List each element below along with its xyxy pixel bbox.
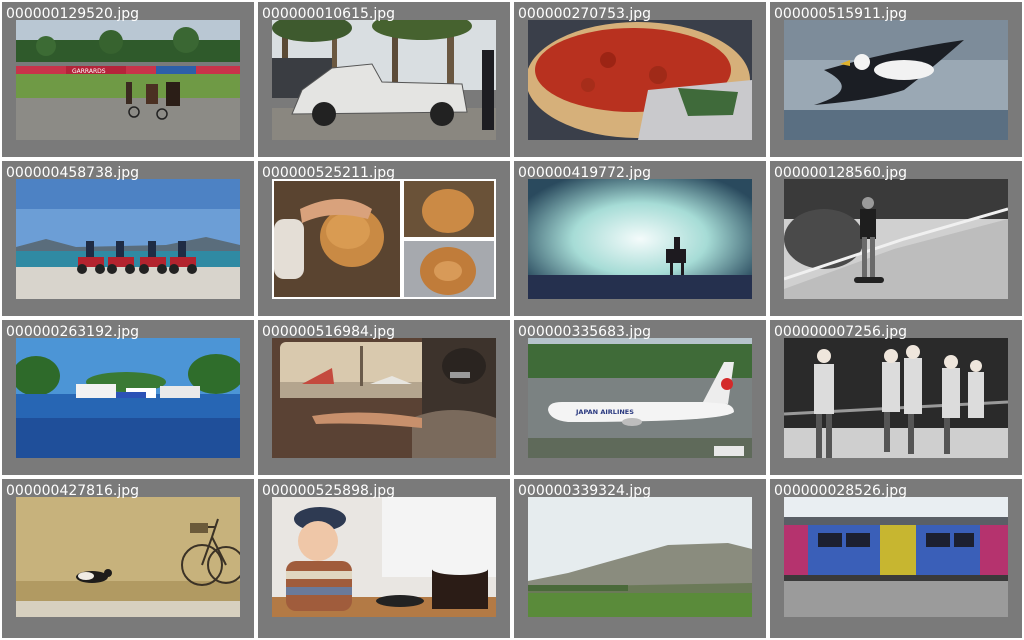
thumbnail-image[interactable]	[784, 497, 1008, 617]
filename-label: 000000335683.jpg	[518, 324, 651, 340]
thumbnail-image[interactable]	[16, 338, 240, 458]
thumbnail-image[interactable]	[272, 338, 496, 458]
thumbnail-tile[interactable]: 000000525898.jpg	[258, 479, 510, 638]
thumbnail-tile[interactable]: 000000427816.jpg	[2, 479, 254, 638]
thumbnail-image[interactable]	[784, 20, 1008, 140]
thumbnail-tile[interactable]: 000000458738.jpg	[2, 161, 254, 316]
thumbnail-image[interactable]	[272, 179, 496, 299]
thumbnail-tile[interactable]: 000000010615.jpg	[258, 2, 510, 157]
filename-label: 000000010615.jpg	[262, 6, 395, 22]
thumbnail-tile[interactable]: 000000129520.jpg GARRARDS	[2, 2, 254, 157]
thumbnail-image[interactable]	[528, 497, 752, 617]
image-grid: 000000129520.jpg GARRARDS 000000010615.j…	[0, 0, 1024, 640]
filename-label: 000000270753.jpg	[518, 6, 651, 22]
thumbnail-tile[interactable]: 000000339324.jpg	[514, 479, 766, 638]
filename-label: 000000516984.jpg	[262, 324, 395, 340]
filename-label: 000000458738.jpg	[6, 165, 139, 181]
filename-label: 000000427816.jpg	[6, 483, 139, 499]
thumbnail-tile[interactable]: 000000335683.jpg JAPAN AIRLINES	[514, 320, 766, 475]
filename-label: 000000525898.jpg	[262, 483, 395, 499]
thumbnail-image[interactable]: GARRARDS	[16, 20, 240, 140]
thumbnail-tile[interactable]: 000000263192.jpg	[2, 320, 254, 475]
thumbnail-image[interactable]	[272, 497, 496, 617]
thumbnail-image[interactable]	[272, 20, 496, 140]
airline-livery-text: JAPAN AIRLINES	[575, 408, 634, 416]
thumbnail-tile[interactable]: 000000525211.jpg	[258, 161, 510, 316]
filename-label: 000000339324.jpg	[518, 483, 651, 499]
thumbnail-tile[interactable]: 000000270753.jpg	[514, 2, 766, 157]
filename-label: 000000515911.jpg	[774, 6, 907, 22]
thumbnail-tile[interactable]: 000000128560.jpg	[770, 161, 1022, 316]
thumbnail-tile[interactable]: 000000515911.jpg	[770, 2, 1022, 157]
banner-text: GARRARDS	[72, 68, 106, 75]
thumbnail-image[interactable]	[528, 20, 752, 140]
thumbnail-image[interactable]	[528, 179, 752, 299]
filename-label: 000000128560.jpg	[774, 165, 907, 181]
filename-label: 000000028526.jpg	[774, 483, 907, 499]
thumbnail-image[interactable]: JAPAN AIRLINES	[528, 338, 752, 458]
thumbnail-tile[interactable]: 000000007256.jpg	[770, 320, 1022, 475]
thumbnail-tile[interactable]: 000000028526.jpg	[770, 479, 1022, 638]
filename-label: 000000129520.jpg	[6, 6, 139, 22]
thumbnail-image[interactable]	[784, 338, 1008, 458]
thumbnail-tile[interactable]: 000000419772.jpg	[514, 161, 766, 316]
filename-label: 000000419772.jpg	[518, 165, 651, 181]
filename-label: 000000007256.jpg	[774, 324, 907, 340]
filename-label: 000000263192.jpg	[6, 324, 139, 340]
filename-label: 000000525211.jpg	[262, 165, 395, 181]
thumbnail-image[interactable]	[16, 497, 240, 617]
thumbnail-image[interactable]	[16, 179, 240, 299]
thumbnail-image[interactable]	[784, 179, 1008, 299]
thumbnail-tile[interactable]: 000000516984.jpg	[258, 320, 510, 475]
